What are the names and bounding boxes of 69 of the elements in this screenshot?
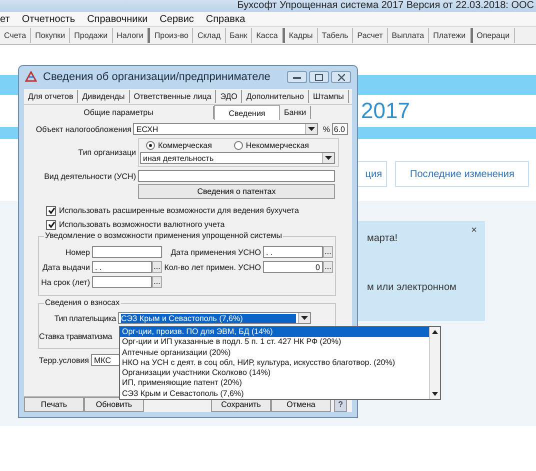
list-option[interactable]: НКО на УСН с деят. в соц обл, НИР, культура, искусство благотвор. (20%)	[120, 358, 429, 368]
field-label: На срок (лет)	[40, 278, 90, 286]
group-title: Сведения о взносах	[44, 298, 121, 307]
field-label: Тип организаци	[77, 148, 136, 157]
notice-text: м или электронном	[367, 282, 458, 293]
nav-button[interactable]: Последние изменения	[395, 161, 530, 187]
menu-item[interactable]: Сервис	[160, 14, 194, 24]
browse-button[interactable]: ...	[323, 246, 333, 258]
radio-button[interactable]	[146, 141, 155, 150]
caret-icon	[325, 156, 332, 160]
caret-icon	[308, 127, 316, 131]
caret-icon	[301, 316, 308, 320]
maximize-icon	[315, 74, 323, 80]
menu-item[interactable]: Справочники	[87, 14, 148, 24]
list-option[interactable]: СЭЗ Крым и Севастополь (7,6%)	[120, 388, 429, 400]
dialog-button[interactable]: Обновить	[84, 397, 144, 412]
close-icon	[338, 74, 344, 80]
list-option[interactable]: Организации участники Сколково (14%)	[120, 368, 429, 378]
dropdown-field[interactable]: ЕСХН	[133, 123, 318, 135]
window-title: Бухсофт Упрощенная система 2017 Версия от 22.03.2018: ООС	[237, 0, 535, 12]
patents-button[interactable]: Сведения о патентах	[138, 184, 335, 199]
radio-button[interactable]	[234, 141, 243, 150]
dialog-button[interactable]: Печать	[24, 397, 84, 412]
field-label: Кол-во лет примен. УСНО	[164, 262, 261, 272]
close-button[interactable]: ×	[471, 225, 477, 236]
close-button[interactable]	[331, 71, 351, 83]
field-label: Объект налогообложения	[34, 124, 132, 134]
notice-text: марта!	[367, 233, 399, 244]
checkbox-label: Использовать расширенные возможности для ведения бухучета	[59, 206, 299, 215]
field-label: Вид деятельности (УСН)	[43, 172, 136, 180]
checkbox-label: Использовать возможности валютного учета	[59, 220, 225, 229]
input-field[interactable]	[92, 276, 152, 288]
browse-button[interactable]: ...	[323, 261, 333, 273]
radio-label: Некоммерческая	[246, 141, 309, 150]
tab[interactable]: Сведения	[214, 105, 280, 120]
group-title: Уведомление о возможности применения упрощенной системы	[44, 231, 284, 240]
menu-item[interactable]: Отчетность	[22, 14, 76, 24]
dropdown-field[interactable]: иная деятельность	[140, 152, 335, 164]
list-option[interactable]: Аптечные организации (20%)	[120, 348, 429, 358]
field-label: %	[322, 124, 330, 134]
minimize-button[interactable]	[287, 71, 307, 83]
field-label: Тип плательщика	[53, 314, 116, 322]
field-label: Дата выдачи	[41, 262, 90, 272]
input-field[interactable]: 0	[263, 261, 323, 273]
browse-button[interactable]: ...	[152, 261, 162, 273]
input-field[interactable]	[138, 170, 335, 182]
input-field[interactable]: . .	[263, 246, 323, 258]
dropdown-field[interactable]: СЭЗ Крым и Севастополь (7,6%)	[118, 312, 311, 324]
field-label: Дата применения УСНО	[170, 248, 261, 256]
browse-button[interactable]: ...	[152, 276, 162, 288]
maximize-button[interactable]	[309, 71, 329, 83]
list-option[interactable]: Орг-ции, произв. ПО для ЭВМ, БД (14%)	[120, 327, 429, 338]
field-label: Ставка травматизма	[39, 332, 114, 340]
app-icon	[25, 71, 37, 83]
list-option[interactable]: Орг-ции и ИП указанные в подл. 5 п. 1 ст. 427 НК РФ (20%)	[120, 337, 429, 348]
page-heading: 2017	[361, 98, 410, 123]
dialog-title: Сведения об организации/предпринимателе	[43, 71, 270, 83]
input-field[interactable]	[92, 246, 162, 258]
menu-item[interactable]: Справка	[206, 14, 246, 24]
checkbox[interactable]	[46, 206, 56, 216]
radio-label: Коммерческая	[158, 141, 212, 150]
minimize-icon	[293, 74, 301, 80]
field-label: Терр.условия	[38, 356, 89, 364]
field-label: Номер	[64, 248, 90, 256]
input-field[interactable]: 6.0	[332, 123, 348, 135]
input-field[interactable]: . .	[92, 261, 152, 273]
menu-item[interactable]: ет	[0, 14, 10, 24]
list-option[interactable]: ИП, применяющие патент (20%)	[120, 378, 429, 389]
checkbox[interactable]	[46, 220, 56, 230]
